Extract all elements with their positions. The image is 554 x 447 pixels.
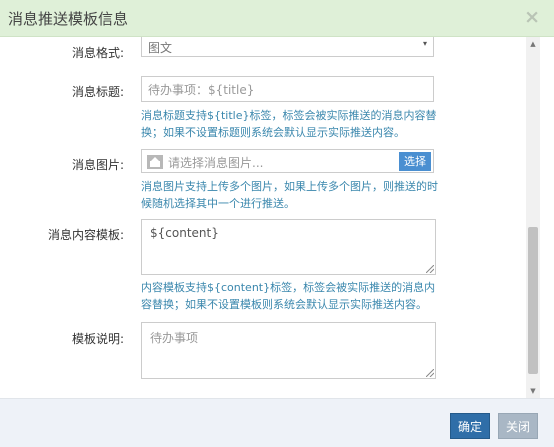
description-label: 模板说明: xyxy=(71,332,124,346)
title-input-placeholder: 待办事项：${title} xyxy=(148,83,255,97)
scroll-down-icon[interactable]: ▼ xyxy=(526,384,540,398)
format-select[interactable]: 图文 ▾ xyxy=(141,37,434,57)
description-textarea[interactable]: 待办事项 xyxy=(141,322,436,379)
image-icon xyxy=(147,155,163,169)
image-label: 消息图片: xyxy=(71,158,124,172)
description-placeholder: 待办事项 xyxy=(150,331,199,345)
chevron-down-icon: ▾ xyxy=(422,39,427,48)
dialog-header: 消息推送模板信息 × xyxy=(0,0,554,37)
close-button[interactable]: 关闭 xyxy=(498,413,538,439)
content-template-textarea[interactable]: ${content} xyxy=(141,219,436,275)
scroll-up-icon[interactable]: ▲ xyxy=(526,37,540,51)
dialog-body: 消息格式: 图文 ▾ 消息标题: 待办事项：${title} 消息标题支持${t… xyxy=(0,37,554,398)
confirm-button[interactable]: 确定 xyxy=(450,413,490,439)
image-input-placeholder: 请选择消息图片... xyxy=(168,156,264,170)
dialog-footer: 确定 关闭 xyxy=(0,398,554,447)
format-select-value: 图文 xyxy=(148,41,173,55)
scrollbar-thumb[interactable] xyxy=(528,227,538,374)
close-icon[interactable]: × xyxy=(524,7,540,27)
title-input[interactable]: 待办事项：${title} xyxy=(141,76,434,102)
image-help: 消息图片支持上传多个图片，如果上传多个图片，则推送的时候随机选择其中一个进行推送… xyxy=(141,180,438,210)
format-label: 消息格式: xyxy=(71,46,124,60)
dialog-title: 消息推送模板信息 xyxy=(8,10,129,28)
image-input[interactable]: 请选择消息图片... 选择 xyxy=(141,149,434,173)
vertical-scrollbar[interactable]: ▲ ▼ xyxy=(526,37,540,398)
content-template-value: ${content} xyxy=(150,226,219,240)
resize-handle-icon[interactable] xyxy=(426,369,434,377)
resize-handle-icon[interactable] xyxy=(426,265,434,273)
content-template-help: 内容模板支持${content}标签，标签会被实际推送的消息内容替换；如果不设置… xyxy=(141,281,436,311)
title-help: 消息标题支持${title}标签，标签会被实际推送的消息内容替换；如果不设置标题… xyxy=(141,109,437,139)
content-template-label: 消息内容模板: xyxy=(47,228,124,242)
select-image-button[interactable]: 选择 xyxy=(399,152,431,171)
title-label: 消息标题: xyxy=(71,85,124,99)
